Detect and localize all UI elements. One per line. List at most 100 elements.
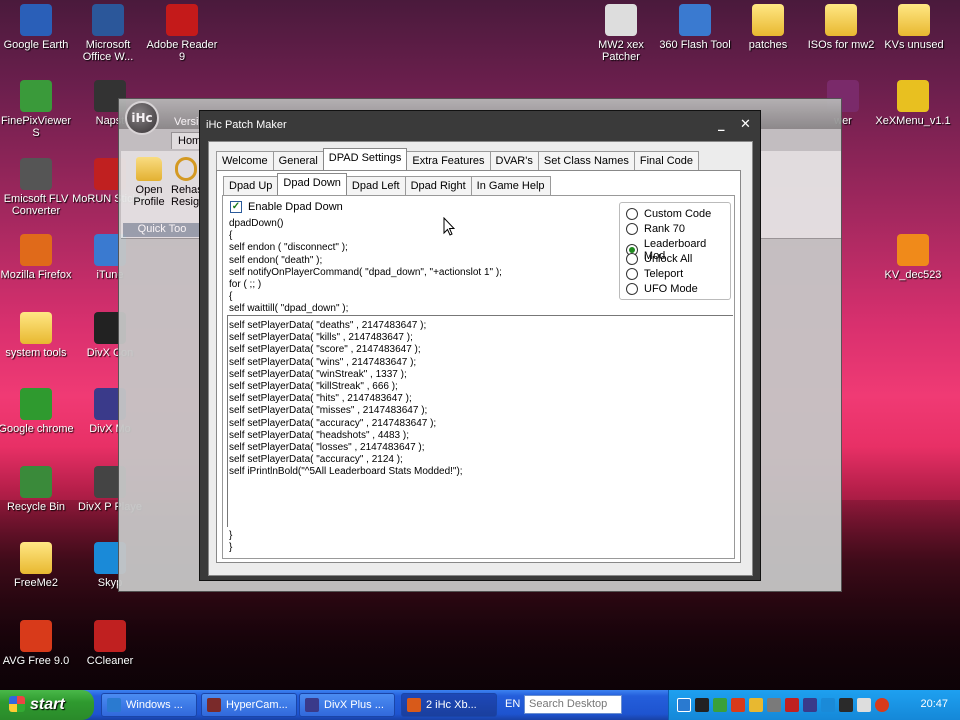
desktop-icon[interactable]: Google chrome [0,388,74,435]
tab-final-code[interactable]: Final Code [633,151,700,170]
radio-rank-70[interactable]: Rank 70 [626,223,685,235]
subtab-dpad-up[interactable]: Dpad Up [223,176,279,195]
desktop-icon-label: KVs unused [884,39,944,51]
subtab-in-game-help[interactable]: In Game Help [470,176,551,195]
app-icon [107,698,121,712]
subtab-dpad-left[interactable]: Dpad Left [345,176,406,195]
mouse-cursor-icon [443,217,455,236]
radio-unlock-all[interactable]: Unlock All [626,253,692,265]
patch-maker-dialog[interactable]: iHc Patch Maker _ ✕ Welcome General DPAD S… [199,110,761,581]
clock[interactable]: 20:47 [920,698,948,710]
tray-app-icon[interactable] [695,698,709,712]
option-radio-group: Custom Code Rank 70 Leaderboard Mod Unlock … [619,202,731,300]
google-earth-icon [20,4,52,36]
taskbar-button[interactable]: 2 iHc Xb... [401,693,497,717]
desktop-icon-label: patches [748,39,788,51]
radio-button[interactable] [626,223,638,235]
desktop-icon[interactable]: Mozilla Firefox [0,234,74,281]
enable-dpad-down-checkbox[interactable]: ✓ Enable Dpad Down [230,201,343,213]
minimize-button[interactable]: _ [718,117,725,132]
desktop-icon-label: FreeMe2 [13,577,59,589]
radio-label: UFO Mode [644,283,698,295]
app-icon [407,698,421,712]
desktop-icon-label: CCleaner [86,655,134,667]
desktop-icon[interactable]: Microsoft Office W... [70,4,146,63]
desktop-icon[interactable]: CCleaner [72,620,148,667]
desktop-icon[interactable]: KVs unused [876,4,952,51]
start-button[interactable]: start [0,690,94,720]
radio-custom-code[interactable]: Custom Code [626,208,711,220]
tab-dpad-settings[interactable]: DPAD Settings [322,148,408,170]
taskbar-button-label: Windows ... [126,699,183,711]
tab-extra-features[interactable]: Extra Features [406,151,491,170]
footer-code: } } [229,530,233,554]
tray-app-icon[interactable] [821,698,835,712]
volume-icon[interactable] [857,698,871,712]
radio-teleport[interactable]: Teleport [626,268,683,280]
desktop-icon[interactable]: Adobe Reader 9 [144,4,220,63]
network-icon[interactable] [677,698,691,712]
desktop-icon[interactable]: 360 Flash Tool [657,4,733,51]
tab-dvar-s[interactable]: DVAR's [489,151,539,170]
security-icon[interactable] [875,698,889,712]
tray-app-icon[interactable] [785,698,799,712]
radio-button[interactable] [626,208,638,220]
background-window-title: Versi [174,116,199,128]
tray-app-icon[interactable] [731,698,745,712]
tray-app-icon[interactable] [803,698,817,712]
desktop-icon[interactable]: KV_dec523 [875,234,951,281]
radio-ufo-mode[interactable]: UFO Mode [626,283,698,295]
language-indicator[interactable]: EN [505,698,520,710]
tray-app-icon[interactable] [839,698,853,712]
word-icon [92,4,124,36]
disc-icon [897,80,929,112]
desktop-icon[interactable]: system tools [0,312,74,359]
taskbar-button[interactable]: HyperCam... [201,693,297,717]
desktop-icon[interactable]: FreeMe2 [0,542,74,589]
radio-label: Teleport [644,268,684,280]
radio-label: Custom Code [644,208,712,220]
desktop-icon[interactable]: patches [730,4,806,51]
checkbox-box[interactable]: ✓ [230,201,242,213]
desktop-icon[interactable]: MW2 xex Patcher [583,4,659,63]
radio-button[interactable] [626,283,638,295]
close-button[interactable]: ✕ [740,117,751,132]
rehash-button[interactable]: Rehas Resig [171,157,201,208]
desktop-icon-label: Mozilla Firefox [0,269,72,281]
desktop-icon[interactable]: Emicsoft FLV Converter [0,158,74,217]
desktop-icon-label: Google chrome [0,423,74,435]
taskbar-button-label: 2 iHc Xb... [426,699,477,711]
desktop-icon[interactable]: XeXMenu_v1.1 [875,80,951,127]
desktop-icon-label: FinePixViewer S [0,115,72,139]
radio-button[interactable] [626,268,638,280]
desktop-icon[interactable]: AVG Free 9.0 [0,620,74,667]
hypercam-tray-icon[interactable] [713,698,727,712]
desktop-icon[interactable]: Recycle Bin [0,466,74,513]
tab-set-class-names[interactable]: Set Class Names [537,151,635,170]
start-label: start [30,696,65,713]
tray-app-icon[interactable] [749,698,763,712]
tab-general[interactable]: General [272,151,324,170]
subtab-dpad-down[interactable]: Dpad Down [277,173,347,195]
open-profile-button[interactable]: Open Profile [127,157,171,208]
radio-button[interactable] [626,253,638,265]
folder-icon [20,542,52,574]
tray-app-icon[interactable] [767,698,781,712]
desktop-icon[interactable]: FinePixViewer S [0,80,74,139]
taskbar-button[interactable]: Windows ... [101,693,197,717]
taskbar-button[interactable]: DivX Plus ... [299,693,395,717]
search-desktop-input[interactable]: Search Desktop [524,695,622,714]
body-code[interactable]: self setPlayerData( "deaths" , 214748364… [229,320,463,479]
rehash-label: Rehas Resig [171,184,201,208]
radio-label: Rank 70 [644,223,685,235]
flash-tool-icon [679,4,711,36]
app-icon [305,698,319,712]
tab-welcome[interactable]: Welcome [216,151,274,170]
desktop-icon[interactable]: Google Earth [0,4,74,51]
folder-icon [20,312,52,344]
subtab-dpad-right[interactable]: Dpad Right [404,176,472,195]
ccleaner-icon [94,620,126,652]
desktop-icon-label: AVG Free 9.0 [2,655,70,667]
desktop-icon-label: Adobe Reader 9 [146,39,218,63]
desktop-icon[interactable]: ISOs for mw2 [803,4,879,51]
